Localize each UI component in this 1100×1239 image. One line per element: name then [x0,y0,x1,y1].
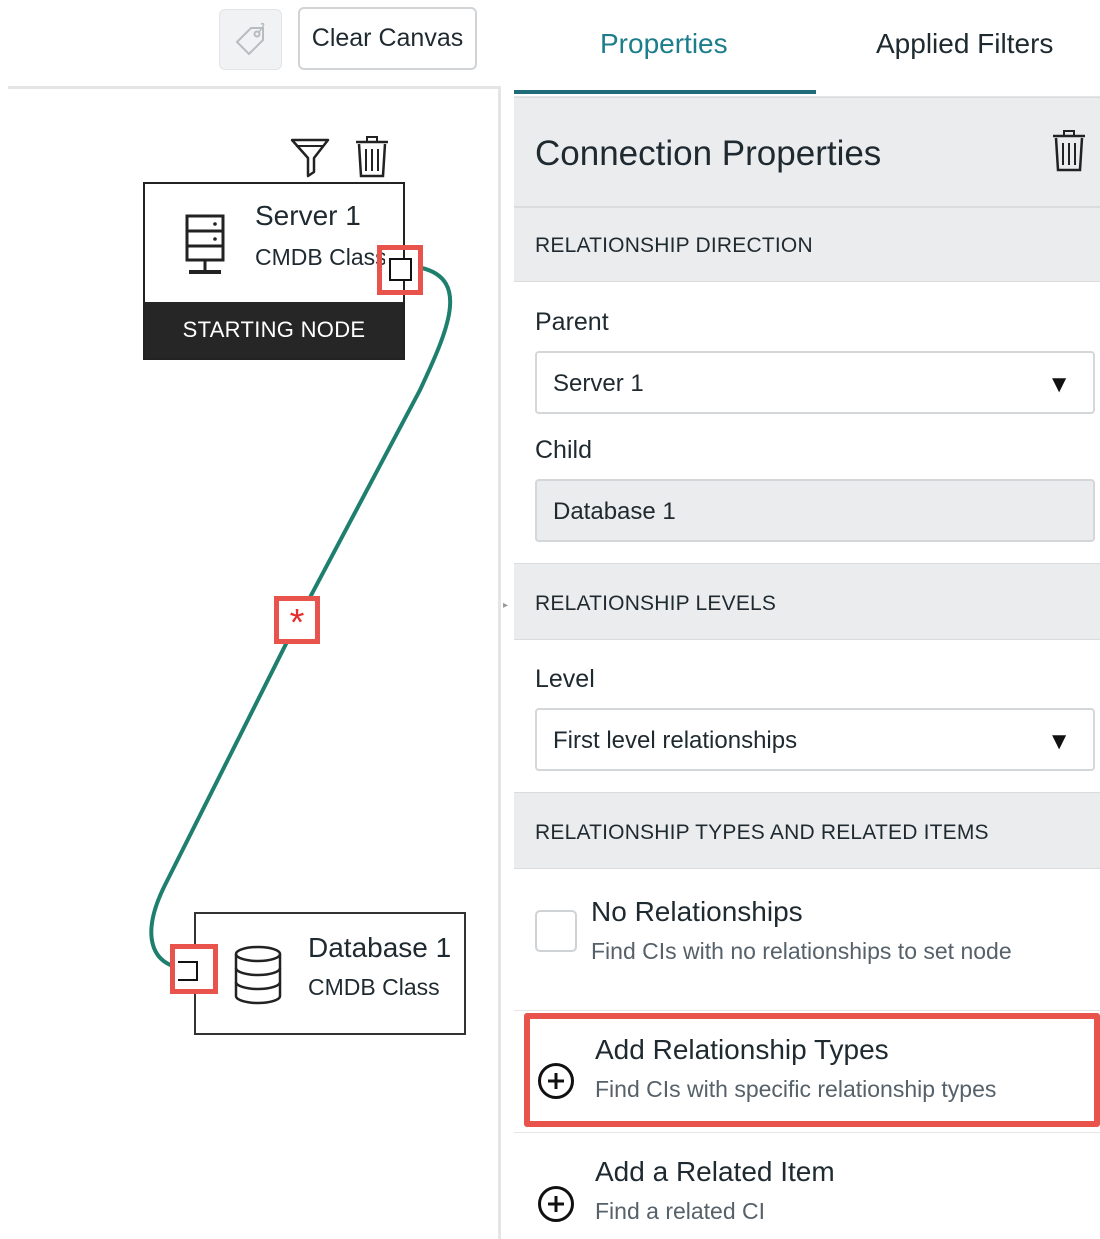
query-canvas: Clear Canvas Server 1 CMDB Class STARTIN… [0,0,508,1239]
option-divider [514,1010,1100,1011]
parent-select[interactable]: Server 1 ▼ [535,351,1095,414]
add-relationship-types-desc: Find CIs with specific relationship type… [595,1076,997,1102]
option-divider [514,1132,1100,1133]
input-port-handle [178,961,198,981]
child-field-value: Database 1 [553,498,676,525]
server-node-body: Server 1 CMDB Class [145,184,403,304]
active-tab-indicator [514,90,816,94]
server-node-class: CMDB Class [255,244,385,270]
server-icon [185,214,225,274]
add-related-item-title[interactable]: Add a Related Item [595,1156,835,1188]
level-select[interactable]: First level relationships ▼ [535,708,1095,771]
database-node-class: CMDB Class [308,974,440,1000]
panel-header: Connection Properties [514,97,1100,207]
level-label: Level [535,665,595,693]
tab-properties[interactable]: Properties [600,28,728,60]
collapse-panel-icon[interactable]: ▸ [503,600,511,612]
caret-down-icon: ▼ [1047,371,1071,398]
child-label: Child [535,436,592,464]
database-node[interactable]: Database 1 CMDB Class [194,912,466,1035]
level-select-value: First level relationships [553,727,798,754]
no-relationships-desc: Find CIs with no relationships to set no… [591,938,1012,964]
asterisk-icon: * [289,602,305,644]
delete-connection-icon[interactable] [1050,128,1088,174]
section-relationship-direction: RELATIONSHIP DIRECTION [514,207,1100,282]
parent-label: Parent [535,308,609,336]
database-icon [234,945,282,1005]
node-toolbar [288,134,394,180]
tab-applied-filters[interactable]: Applied Filters [876,28,1053,60]
add-relationship-types-button[interactable] [524,1013,1100,1127]
relationship-marker[interactable]: * [274,596,320,644]
input-port[interactable] [170,944,218,994]
output-port-handle [389,258,412,281]
parent-select-value: Server 1 [553,370,644,397]
delete-node-icon[interactable] [350,134,394,180]
add-relationship-types-title: Add Relationship Types [595,1034,889,1065]
section-relationship-types: RELATIONSHIP TYPES AND RELATED ITEMS [514,792,1100,869]
server-node-title: Server 1 [255,200,361,231]
starting-node-badge: STARTING NODE [145,302,403,358]
add-related-item-desc: Find a related CI [595,1198,766,1224]
section-header-label: RELATIONSHIP TYPES AND RELATED ITEMS [535,821,989,844]
section-header-label: RELATIONSHIP DIRECTION [535,234,813,257]
filter-icon[interactable] [288,134,332,180]
add-circle-icon[interactable] [538,1186,574,1222]
caret-down-icon: ▼ [1047,728,1071,755]
section-relationship-levels: RELATIONSHIP LEVELS [514,563,1100,640]
no-relationships-checkbox[interactable] [535,910,577,952]
child-field: Database 1 [535,479,1095,542]
section-header-label: RELATIONSHIP LEVELS [535,592,777,615]
properties-panel: Properties Applied Filters Connection Pr… [514,0,1100,1239]
panel-title: Connection Properties [535,134,882,173]
server-node[interactable]: Server 1 CMDB Class STARTING NODE [143,182,405,360]
add-circle-icon[interactable] [538,1063,574,1099]
panel-tabs: Properties Applied Filters [514,0,1100,97]
output-port[interactable] [377,245,423,295]
database-node-title: Database 1 [308,932,452,963]
no-relationships-title: No Relationships [591,896,803,927]
